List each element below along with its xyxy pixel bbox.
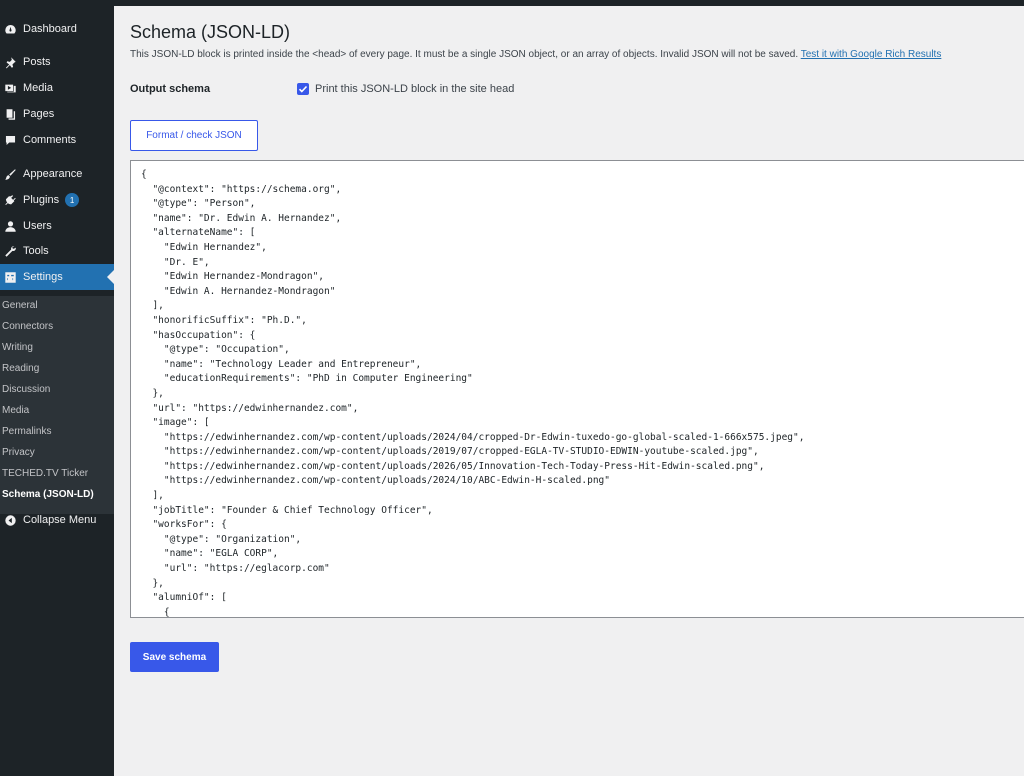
- json-editor-content: { "@context": "https://schema.org", "@ty…: [141, 168, 805, 618]
- json-line: {: [141, 606, 170, 618]
- json-line: "alumniOf": [: [141, 592, 227, 604]
- json-line: {: [141, 169, 147, 180]
- wrench-icon: [3, 244, 17, 258]
- menu-item-media[interactable]: Media: [0, 75, 114, 101]
- json-line: "Dr. E",: [141, 256, 210, 268]
- json-line: "Edwin A. Hernandez-Mondragon": [141, 285, 336, 297]
- format-json-button[interactable]: Format / check JSON: [130, 120, 258, 151]
- json-line: "educationRequirements": "PhD in Compute…: [141, 373, 473, 385]
- json-line: "hasOccupation": {: [141, 329, 256, 341]
- print-schema-label: Print this JSON-LD block in the site hea…: [315, 83, 515, 95]
- json-line: },: [141, 387, 164, 399]
- json-line: },: [141, 577, 164, 589]
- menu-label: Appearance: [23, 168, 83, 180]
- json-line: "https://edwinhernandez.com/wp-content/u…: [141, 431, 805, 443]
- menu-item-tools[interactable]: Tools: [0, 238, 114, 264]
- menu-label: Pages: [23, 108, 55, 120]
- brush-icon: [3, 167, 17, 181]
- menu-label: Dashboard: [23, 23, 77, 35]
- json-line: "url": "https://edwinhernandez.com",: [141, 402, 359, 414]
- save-schema-button[interactable]: Save schema: [130, 642, 219, 672]
- comment-icon: [3, 133, 17, 147]
- print-schema-checkbox[interactable]: [297, 83, 309, 95]
- dashboard-icon: [3, 22, 17, 36]
- collapse-icon: [3, 513, 17, 527]
- json-editor-textarea[interactable]: { "@context": "https://schema.org", "@ty…: [130, 160, 1024, 618]
- page-title: Schema (JSON-LD): [130, 22, 291, 42]
- description-text: This JSON-LD block is printed inside the…: [130, 49, 799, 60]
- plugin-update-badge: 1: [65, 193, 80, 207]
- user-icon: [3, 219, 17, 233]
- menu-item-settings[interactable]: Settings: [0, 264, 114, 290]
- output-schema-label: Output schema: [130, 83, 211, 95]
- menu-label: Plugins: [23, 194, 60, 206]
- submenu-item-reading[interactable]: Reading: [2, 363, 39, 374]
- page-description: This JSON-LD block is printed inside the…: [130, 49, 941, 60]
- json-line: "url": "https://eglacorp.com": [141, 563, 330, 575]
- json-line: "@context": "https://schema.org",: [141, 183, 342, 195]
- submenu-item-permalinks[interactable]: Permalinks: [2, 426, 51, 437]
- json-line: "image": [: [141, 417, 210, 429]
- collapse-label: Collapse Menu: [23, 514, 97, 526]
- json-line: "@type": "Occupation",: [141, 344, 290, 356]
- submenu-item-connectors[interactable]: Connectors: [2, 321, 53, 332]
- json-line: "name": "EGLA CORP",: [141, 548, 279, 560]
- pages-icon: [3, 107, 17, 121]
- menu-item-comments[interactable]: Comments: [0, 127, 114, 153]
- main-content: Schema (JSON-LD) This JSON-LD block is p…: [114, 6, 1024, 776]
- collapse-menu-button[interactable]: Collapse Menu: [0, 507, 114, 533]
- json-line: ],: [141, 490, 164, 502]
- menu-item-posts[interactable]: Posts: [0, 49, 114, 75]
- menu-label: Tools: [23, 245, 49, 257]
- settings-submenu: General Connectors Writing Reading Discu…: [0, 296, 114, 514]
- menu-item-users[interactable]: Users: [0, 213, 114, 239]
- submenu-item-discussion[interactable]: Discussion: [2, 384, 50, 395]
- submenu-item-general[interactable]: General: [2, 300, 38, 311]
- json-line: "https://edwinhernandez.com/wp-content/u…: [141, 446, 759, 458]
- menu-label: Users: [23, 220, 52, 232]
- json-line: "name": "Technology Leader and Entrepren…: [141, 358, 422, 370]
- json-line: "jobTitle": "Founder & Chief Technology …: [141, 504, 433, 516]
- json-line: "name": "Dr. Edwin A. Hernandez",: [141, 212, 342, 224]
- json-line: "alternateName": [: [141, 227, 256, 239]
- submenu-item-schema[interactable]: Schema (JSON-LD): [2, 489, 94, 500]
- json-line: "Edwin Hernandez-Mondragon",: [141, 271, 325, 283]
- menu-label: Settings: [23, 271, 63, 283]
- settings-icon: [3, 270, 17, 284]
- menu-label: Comments: [23, 134, 77, 146]
- json-line: "worksFor": {: [141, 519, 227, 531]
- media-icon: [3, 81, 17, 95]
- json-line: "@type": "Person",: [141, 198, 256, 210]
- submenu-item-ticker[interactable]: TECHED.TV Ticker: [2, 468, 88, 479]
- json-line: ],: [141, 300, 164, 312]
- pin-icon: [3, 55, 17, 69]
- json-line: "https://edwinhernandez.com/wp-content/u…: [141, 460, 765, 472]
- json-line: "https://edwinhernandez.com/wp-content/u…: [141, 475, 610, 487]
- json-line: "Edwin Hernandez",: [141, 241, 267, 253]
- menu-item-dashboard[interactable]: Dashboard: [0, 16, 114, 42]
- admin-sidebar: Dashboard Posts Media Pages Comments App…: [0, 6, 114, 776]
- print-schema-option[interactable]: Print this JSON-LD block in the site hea…: [297, 83, 514, 95]
- json-line: "honorificSuffix": "Ph.D.",: [141, 314, 307, 326]
- submenu-item-media[interactable]: Media: [2, 405, 29, 416]
- menu-item-plugins[interactable]: Plugins 1: [0, 187, 114, 213]
- menu-label: Media: [23, 82, 53, 94]
- json-line: "@type": "Organization",: [141, 533, 302, 545]
- checkmark-icon: [298, 85, 308, 93]
- submenu-item-writing[interactable]: Writing: [2, 342, 33, 353]
- menu-item-appearance[interactable]: Appearance: [0, 161, 114, 187]
- menu-item-pages[interactable]: Pages: [0, 101, 114, 127]
- submenu-item-privacy[interactable]: Privacy: [2, 447, 35, 458]
- plugin-icon: [3, 193, 17, 207]
- menu-label: Posts: [23, 56, 51, 68]
- google-rich-results-link[interactable]: Test it with Google Rich Results: [801, 49, 942, 60]
